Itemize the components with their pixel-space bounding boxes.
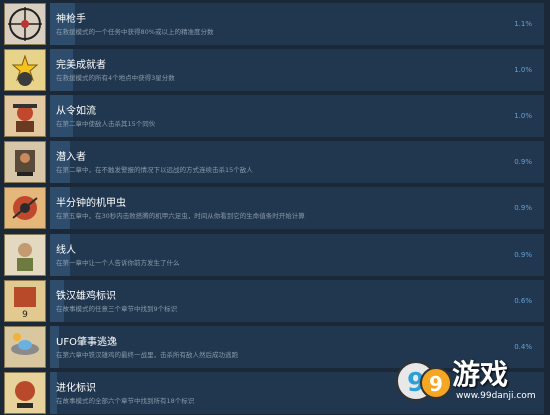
ufo-icon [4,325,46,368]
achievement-progress-bar [50,233,544,276]
achievement-row[interactable]: 线人在第一章中让一个人告诉你前方发生了什么 0.9% [0,231,550,277]
achievement-percent: 1.0% [514,112,532,121]
achievement-progress-bar [50,49,544,92]
achievement-title: UFO肇事逃逸 [56,336,117,348]
crosshair-icon [4,3,46,45]
stars-icon [4,49,46,92]
achievement-title: 线人 [56,244,76,256]
rooster-sign-icon: 9 [4,279,46,322]
achievement-row[interactable]: 神枪手在救援模式的一个任务中获得80%或以上的精准度分数 1.1% [0,0,550,46]
achievement-title: 神枪手 [56,14,86,25]
achievement-description: 在故事模式的任意三个章节中找到9个标识 [56,304,178,313]
achievement-percent: 0.4% [514,342,532,351]
achievement-progress-bar [50,3,544,45]
achievement-title: 从令如流 [56,106,96,118]
achievement-title: 半分钟的机甲虫 [56,198,126,210]
achievement-progress-bar [50,279,544,322]
achievement-progress-bar [50,141,544,184]
achievement-description: 在救援模式的一个任务中获得80%或以上的精准度分数 [56,28,214,36]
site-watermark: 9 9 游戏 www.99danji.com [394,353,544,409]
achievement-row[interactable]: 从令如流在第二章中使敌人击杀其15个同伙 1.0% [0,92,550,138]
achievement-percent: 1.0% [514,66,532,75]
achievement-description: 在第五章中，在30秒内击败搭腾的机甲六足虫，时间从你看到它的生命值条时开始计算 [56,212,305,221]
achievement-title: 潜入者 [56,152,86,164]
achievement-description: 在救援模式的所有4个地点中获得3星分数 [56,74,175,83]
achievement-percent: 0.6% [514,296,532,305]
achievement-description: 在第二章中，在不触发警报的情况下以远战的方式连续击杀15个敌人 [56,166,253,175]
achievement-percent: 0.9% [514,204,532,213]
achievement-description: 在第二章中使敌人击杀其15个同伙 [56,120,156,129]
watermark-text: 游戏 [452,358,509,391]
achievement-row[interactable]: 半分钟的机甲虫在第五章中，在30秒内击败搭腾的机甲六足虫，时间从你看到它的生命值… [0,184,550,230]
99-logo-icon: 9 9 [396,361,452,401]
achievement-description: 在第六章中铁汉雄鸡的最终一战里，击杀所有敌人然后成功逃跑 [56,350,238,359]
achievement-title: 完美成就者 [56,60,106,72]
achievement-row[interactable]: 9 铁汉雄鸡标识在故事模式的任意三个章节中找到9个标识 0.6% [0,277,550,323]
mech-bug-icon [4,187,46,230]
achievement-row[interactable]: 潜入者在第二章中，在不触发警报的情况下以远战的方式连续击杀15个敌人 0.9% [0,138,550,184]
achievement-title: 铁汉雄鸡标识 [56,290,116,302]
achievement-percent: 0.9% [514,250,532,259]
achievement-description: 在第一章中让一个人告诉你前方发生了什么 [56,258,180,267]
informant-icon [4,233,46,276]
achievement-percent: 0.9% [514,158,532,167]
achievement-progress-bar [50,95,544,138]
infiltrator-icon [4,141,46,184]
evolution-sign-icon [4,371,46,414]
soldier-icon [4,95,46,138]
achievement-row[interactable]: 完美成就者在救援模式的所有4个地点中获得3星分数 1.0% [0,46,550,92]
achievement-percent: 1.1% [514,20,532,28]
achievement-description: 在故事模式的全部六个章节中找到所有18个标识 [56,396,195,405]
watermark-url: www.99danji.com [456,391,536,401]
svg-text:9: 9 [429,372,443,396]
achievement-title: 进化标识 [56,382,96,394]
svg-text:9: 9 [22,310,28,320]
